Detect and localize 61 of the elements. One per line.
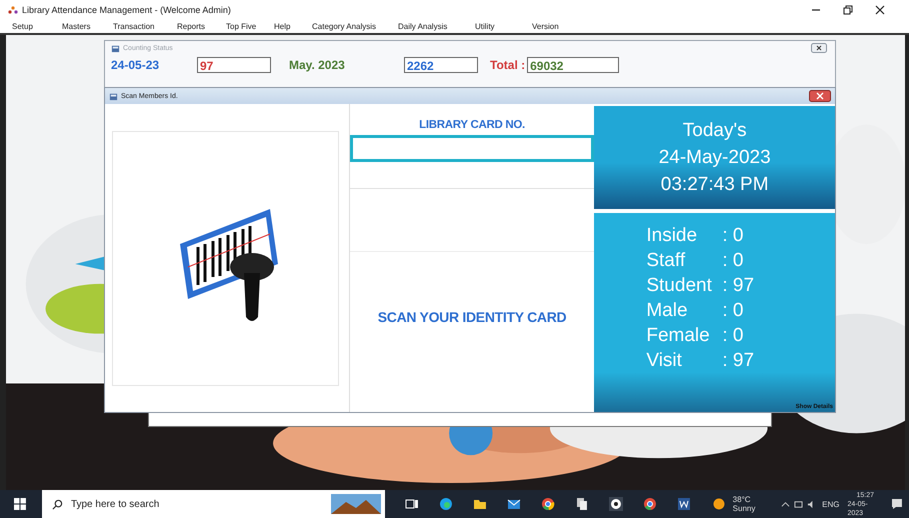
close-icon[interactable] xyxy=(811,43,827,53)
envelope-icon[interactable] xyxy=(507,497,522,511)
landscape-icon xyxy=(331,494,382,514)
menu-item[interactable]: Transaction xyxy=(113,22,177,30)
stat-label: Male xyxy=(646,300,689,322)
scan-prompt: SCAN YOUR IDENTITY CARD xyxy=(378,309,566,325)
today-heading: Today's xyxy=(682,120,747,142)
menu-item[interactable]: Utility xyxy=(475,22,532,30)
notification-icon[interactable] xyxy=(891,498,904,510)
menu-item[interactable]: Masters xyxy=(62,22,113,30)
menu-item[interactable]: Top Five xyxy=(226,22,274,30)
close-icon[interactable] xyxy=(809,90,831,102)
stat-label: Staff xyxy=(646,250,686,272)
menu-item[interactable]: Setup xyxy=(12,22,62,30)
window-icon xyxy=(111,44,120,52)
restore-icon[interactable] xyxy=(843,4,853,14)
window-icon xyxy=(109,92,118,100)
stat-label: Student xyxy=(646,275,713,297)
stat-value: : 0 xyxy=(722,325,744,347)
folder-icon[interactable] xyxy=(473,497,488,511)
menu-item[interactable]: Help xyxy=(274,22,312,30)
app-icon[interactable] xyxy=(608,497,623,511)
stat-value: : 97 xyxy=(722,275,756,297)
network-icon[interactable] xyxy=(794,500,804,508)
month-count-field[interactable]: 2262 xyxy=(404,57,478,73)
stat-value: : 0 xyxy=(722,250,744,272)
menu-item[interactable]: Category Analysis xyxy=(312,22,398,30)
stat-label: Inside xyxy=(646,225,698,247)
stat-value: : 0 xyxy=(722,225,744,247)
menu-item[interactable]: Reports xyxy=(177,22,226,30)
close-icon[interactable] xyxy=(875,4,885,14)
windows-start-icon[interactable] xyxy=(14,498,26,510)
word-icon[interactable] xyxy=(676,497,691,511)
chrome-icon[interactable] xyxy=(642,497,657,511)
today-date: 24-May-2023 xyxy=(658,146,771,168)
stat-value: : 0 xyxy=(722,300,744,322)
today-count-field[interactable]: 97 xyxy=(197,57,271,73)
weather-label: 38°C Sunny xyxy=(732,495,756,513)
card-number-label: LIBRARY CARD NO. xyxy=(419,119,525,131)
task-view-icon[interactable] xyxy=(405,497,420,511)
date-label: 24-05-23 xyxy=(111,58,160,72)
chrome-icon[interactable] xyxy=(541,497,555,511)
document-icon[interactable] xyxy=(574,497,589,511)
total-field[interactable]: 69032 xyxy=(527,57,620,73)
month-label: May. 2023 xyxy=(289,58,346,72)
stat-value: : 97 xyxy=(722,350,756,372)
menu-item[interactable]: Version xyxy=(532,22,582,30)
stat-label: Visit xyxy=(646,350,683,372)
browser-icon[interactable] xyxy=(439,497,454,511)
menu-item[interactable]: Daily Analysis xyxy=(398,22,475,30)
sun-icon xyxy=(712,498,725,510)
search-icon xyxy=(52,498,63,510)
stat-label: Female xyxy=(646,325,711,347)
current-time: 03:27:43 PM xyxy=(660,174,769,196)
card-number-field[interactable] xyxy=(350,135,594,162)
window-title: Library Attendance Management - (Welcome Admin) xyxy=(22,4,231,14)
search-field[interactable]: Type here to search xyxy=(42,490,386,518)
chevron-icon[interactable] xyxy=(781,500,790,508)
total-label: Total : xyxy=(490,58,526,72)
app-icon xyxy=(8,4,18,14)
language-indicator[interactable]: ENG xyxy=(822,500,840,508)
